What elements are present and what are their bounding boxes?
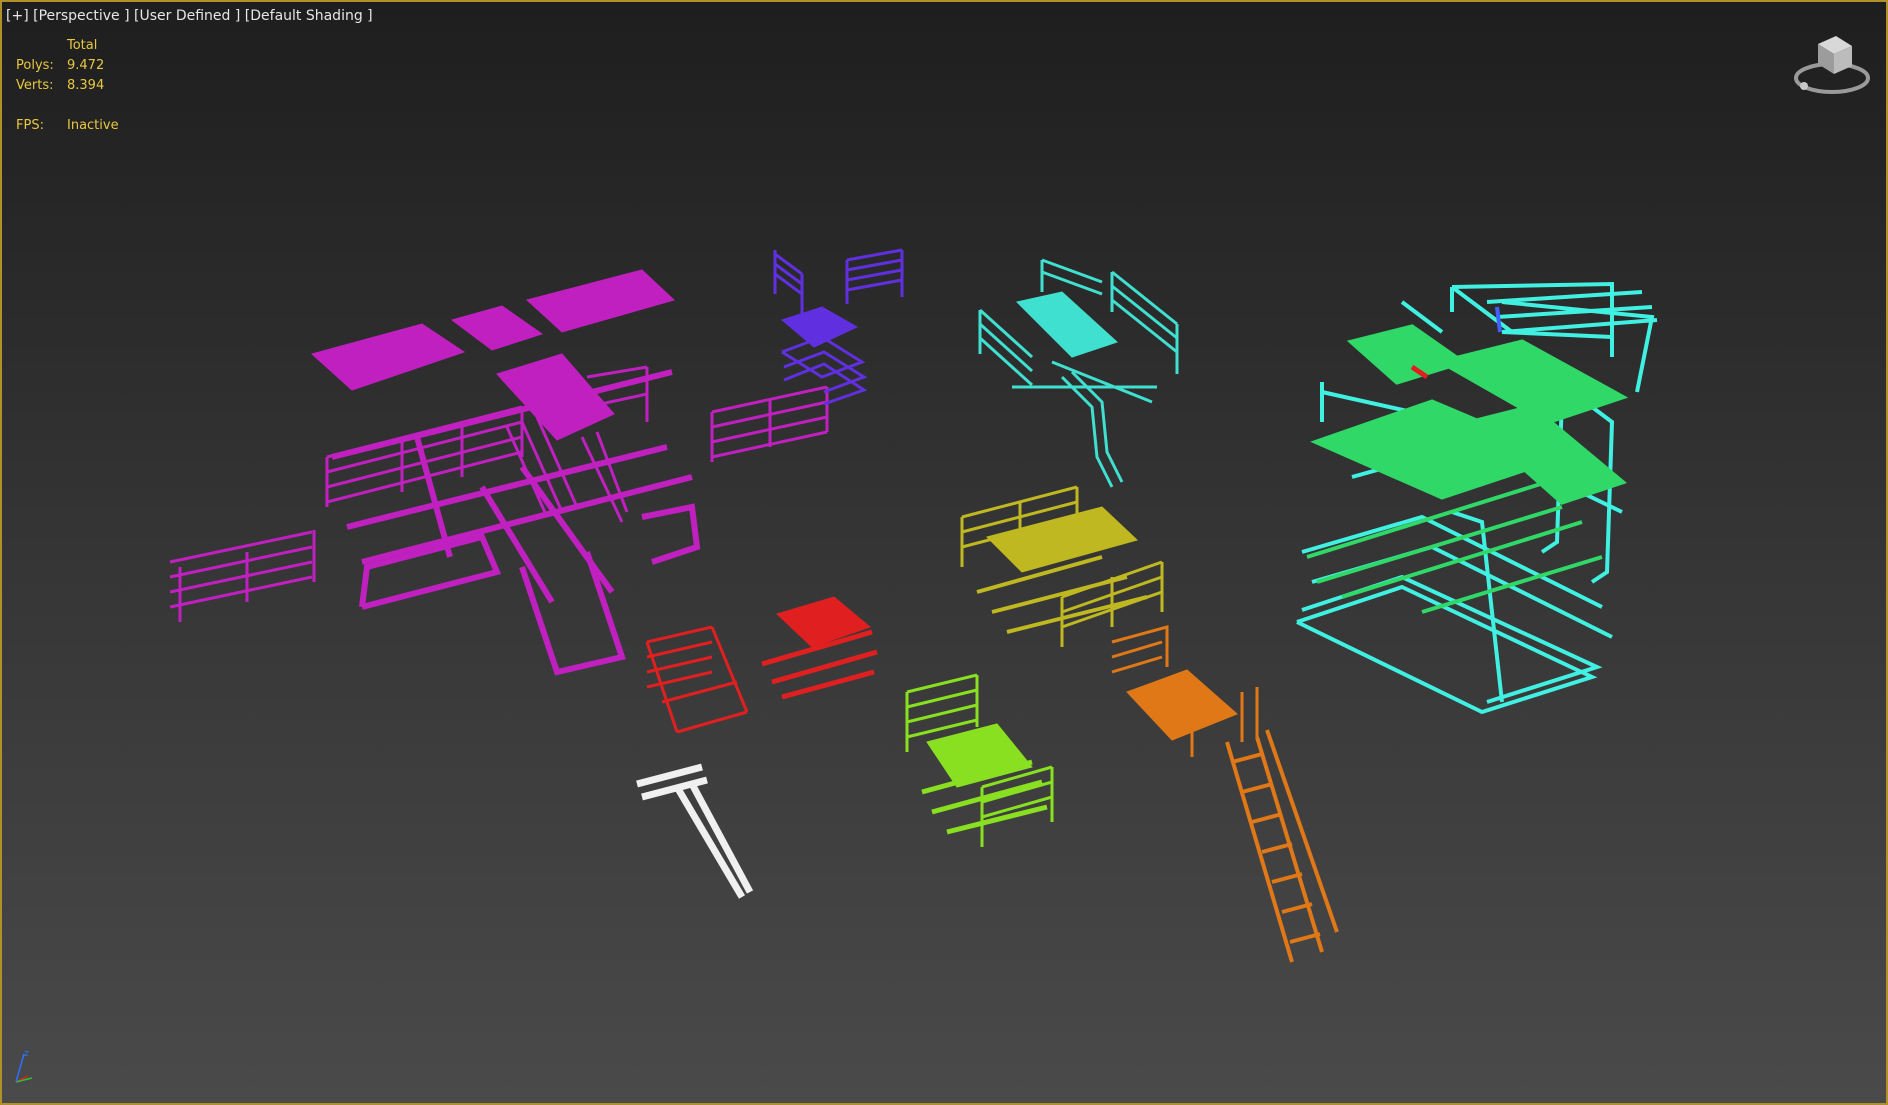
purple-landing-slab[interactable]: [780, 306, 859, 348]
red-staircase-set[interactable]: [645, 596, 878, 734]
perspective-viewport[interactable]: [+] [Perspective ] [User Defined ] [Defa…: [0, 0, 1888, 1105]
viewcube-icon[interactable]: [1790, 30, 1874, 102]
scene-objects[interactable]: [2, 2, 1886, 1103]
purple-staircase-set[interactable]: [773, 248, 904, 406]
axis-tripod-icon: z: [15, 1049, 33, 1083]
magenta-landing-slab[interactable]: [450, 305, 544, 351]
olive-landing-slab[interactable]: [986, 506, 1138, 573]
magenta-landing-slab[interactable]: [496, 353, 615, 441]
white-t-beam[interactable]: [636, 763, 754, 899]
magenta-railing[interactable]: [169, 365, 829, 622]
olive-staircase-set[interactable]: [960, 485, 1164, 647]
orange-staircase-set[interactable]: [1111, 625, 1339, 963]
aqua-wire-frame[interactable]: [1296, 281, 1658, 715]
red-railing[interactable]: [645, 625, 749, 734]
magenta-landing-slab[interactable]: [525, 269, 675, 333]
magenta-beam-frame[interactable]: [331, 369, 701, 676]
cyan-staircase-set[interactable]: [978, 258, 1179, 488]
cyan-landing-slab[interactable]: [1016, 291, 1118, 358]
magenta-staircase-set[interactable]: [169, 269, 829, 676]
svg-text:z: z: [24, 1049, 29, 1059]
red-landing-slab[interactable]: [776, 596, 872, 648]
lime-staircase-set[interactable]: [905, 673, 1054, 847]
orange-landing-slab[interactable]: [1126, 669, 1238, 741]
blue-marker: [1495, 306, 1502, 333]
selected-staircase-set[interactable]: [1296, 281, 1658, 715]
cyan-railing[interactable]: [978, 258, 1179, 488]
magenta-landing-slab[interactable]: [310, 323, 466, 391]
orange-stair-flight[interactable]: [1225, 729, 1339, 963]
